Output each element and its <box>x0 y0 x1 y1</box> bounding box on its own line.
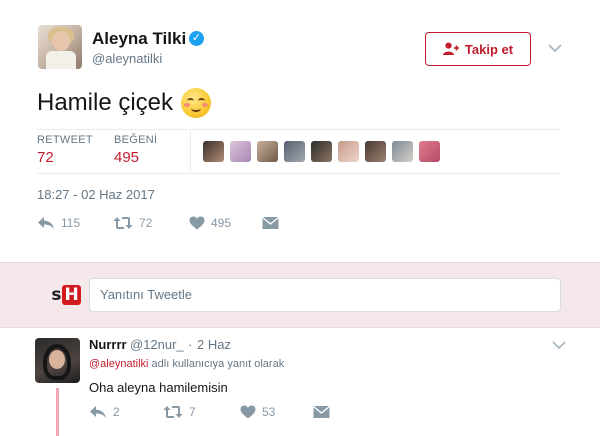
separator-dot: · <box>188 337 193 352</box>
verified-badge-icon: ✓ <box>189 31 204 46</box>
reply-count: 115 <box>61 216 81 230</box>
reply-context: @aleynatilki adlı kullanıcıya yanıt olar… <box>89 358 284 370</box>
reply-input[interactable]: Yanıtını Tweetle <box>89 278 561 312</box>
follow-button-label: Takip et <box>464 41 514 57</box>
author-handle[interactable]: @aleynatilki <box>92 51 162 66</box>
reply-context-suffix: adlı kullanıcıya yanıt olarak <box>148 358 285 370</box>
retweet-icon <box>163 406 183 418</box>
retweet-action[interactable]: 72 <box>113 216 152 230</box>
retweet-icon <box>113 217 133 229</box>
liker-avatar[interactable] <box>338 141 359 162</box>
like-count: 53 <box>262 405 276 419</box>
direct-message-action[interactable] <box>313 405 330 419</box>
retweet-action[interactable]: 7 <box>163 405 196 419</box>
liker-avatar[interactable] <box>257 141 278 162</box>
reply-icon <box>38 217 54 229</box>
reply-icon <box>90 406 106 418</box>
reply-context-mention[interactable]: @aleynatilki <box>89 358 148 370</box>
reply-date[interactable]: 2 Haz <box>197 337 231 352</box>
retweet-stat-label: RETWEET <box>37 134 93 146</box>
reply-action[interactable]: 2 <box>89 405 120 419</box>
thread-line <box>56 388 59 436</box>
logo-letter-s: s <box>51 285 62 305</box>
retweet-count: 7 <box>189 405 196 419</box>
liker-avatar[interactable] <box>284 141 305 162</box>
liker-avatar[interactable] <box>311 141 332 162</box>
tweet-timestamp[interactable]: 18:27 - 02 Haz 2017 <box>37 187 155 202</box>
like-stat-count[interactable]: 495 <box>114 149 139 166</box>
reply-author-name[interactable]: Nurrrr <box>89 337 127 352</box>
liker-avatar[interactable] <box>203 141 224 162</box>
like-count: 495 <box>211 216 232 230</box>
stat-separator <box>190 130 191 172</box>
reply-author-avatar[interactable] <box>35 338 80 383</box>
add-user-icon <box>442 42 459 55</box>
liker-avatar[interactable] <box>230 141 251 162</box>
reply-author-handle[interactable]: @12nur_ <box>130 337 184 352</box>
envelope-icon <box>262 216 279 229</box>
retweet-stat-count[interactable]: 72 <box>37 149 54 166</box>
author-name[interactable]: Aleyna Tilki <box>92 29 186 49</box>
chevron-down-icon[interactable] <box>552 337 566 355</box>
site-logo: sH <box>50 281 82 309</box>
smiling-face-emoji-icon <box>181 88 212 118</box>
heart-icon <box>189 216 205 230</box>
reply-count: 2 <box>113 405 120 419</box>
like-action[interactable]: 53 <box>240 405 275 419</box>
author-avatar[interactable] <box>38 25 82 69</box>
heart-icon <box>240 405 256 419</box>
liker-avatar[interactable] <box>392 141 413 162</box>
divider <box>37 173 560 174</box>
logo-letter-h: H <box>62 285 81 305</box>
tweet-text-row: Hamile çiçek <box>37 88 212 118</box>
liker-avatar[interactable] <box>419 141 440 162</box>
direct-message-action[interactable] <box>262 216 279 230</box>
chevron-down-icon[interactable] <box>548 40 562 58</box>
liker-avatar[interactable] <box>365 141 386 162</box>
like-stat-label: BEĞENİ <box>114 134 158 146</box>
like-action[interactable]: 495 <box>189 216 231 230</box>
tweet-text: Hamile çiçek <box>37 89 174 116</box>
follow-button[interactable]: Takip et <box>425 32 531 66</box>
retweet-count: 72 <box>139 216 153 230</box>
envelope-icon <box>313 405 330 418</box>
divider <box>37 129 560 130</box>
reply-text: Oha aleyna hamilemisin <box>89 380 228 395</box>
reply-action[interactable]: 115 <box>37 216 80 230</box>
